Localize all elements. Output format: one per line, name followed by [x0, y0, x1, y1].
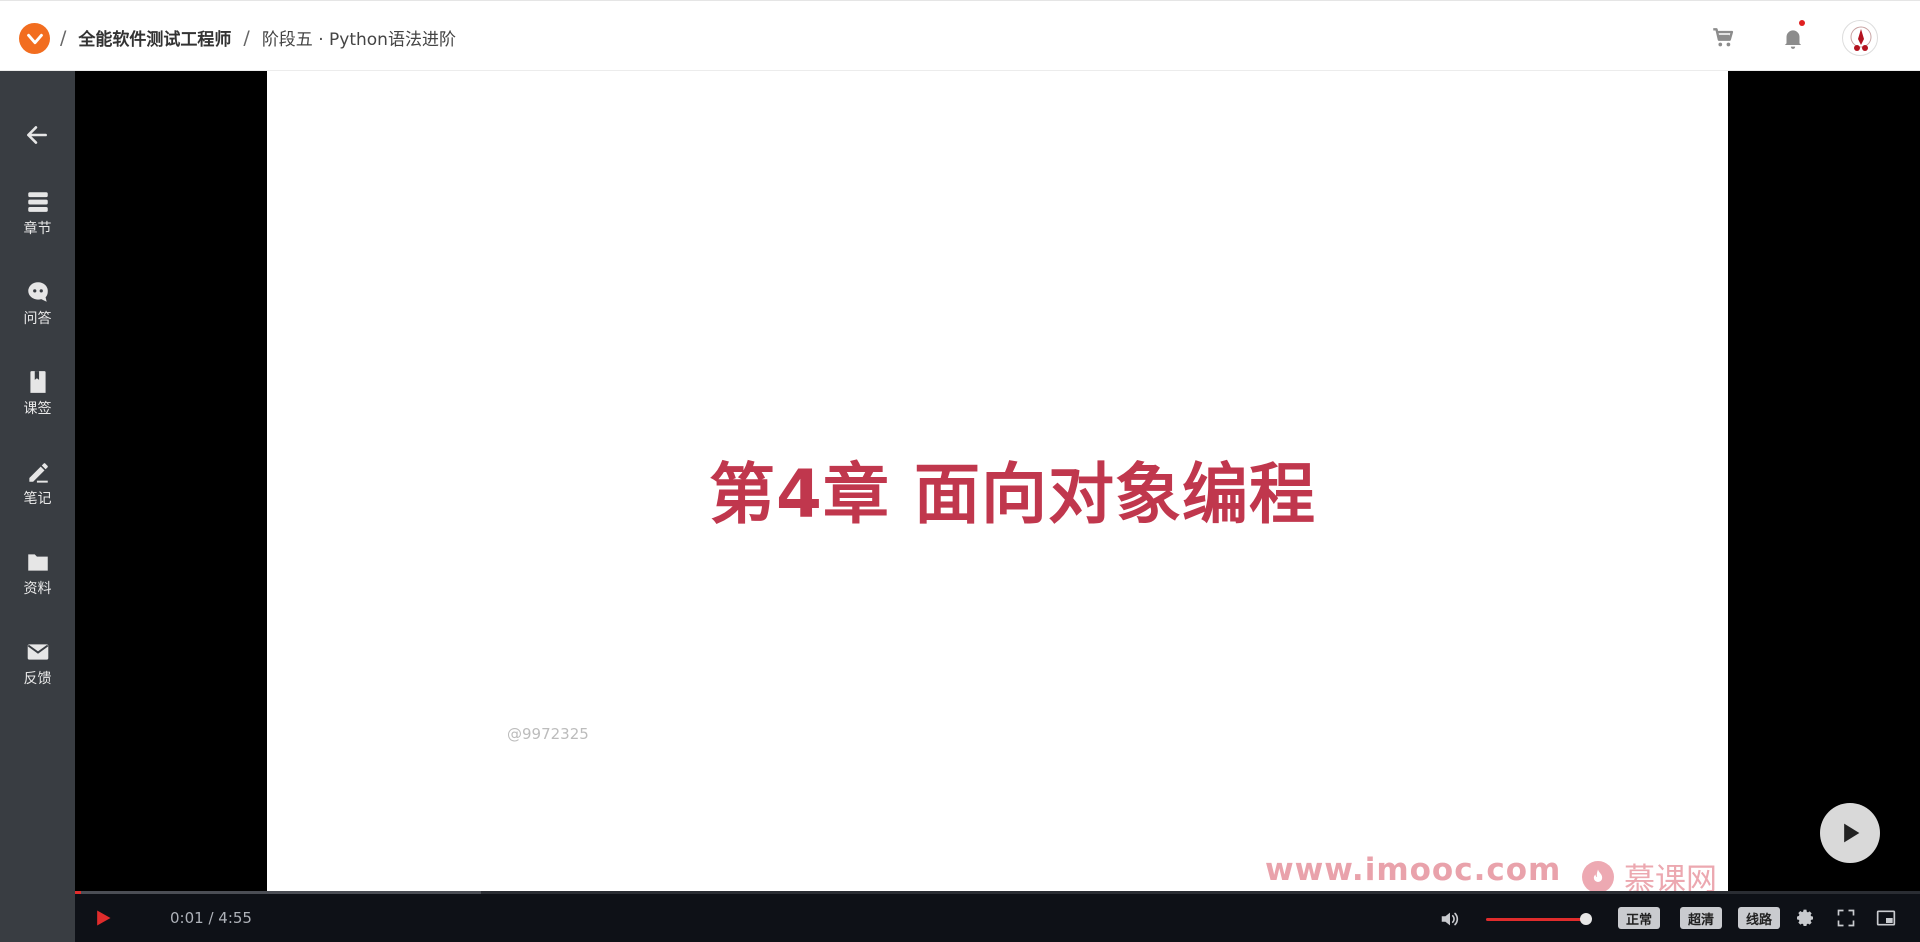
video-frame[interactable]: 第4章 面向对象编程 @9972325 www.imooc.com 慕课网	[267, 71, 1728, 898]
note-icon	[28, 463, 48, 483]
time-display: 0:01 / 4:55	[170, 909, 252, 927]
flame-icon	[1582, 860, 1614, 893]
big-play-button[interactable]	[1820, 803, 1880, 863]
user-watermark: @9972325	[507, 725, 589, 743]
sidebar-item-label: 章节	[23, 221, 52, 237]
sidebar-item-qa[interactable]: 问答	[0, 279, 75, 341]
sidebar-item-chapters[interactable]: 章节	[0, 189, 75, 251]
player-controls: 0:01 / 4:55 正常 超清 线路	[75, 894, 1920, 942]
breadcrumb-stage[interactable]: 阶段五 · Python语法进阶	[262, 25, 456, 50]
left-sidebar: 章节 问答 课签 笔记 资料 反馈	[0, 71, 75, 942]
breadcrumb-separator: /	[60, 26, 67, 49]
folder-icon	[27, 554, 48, 571]
volume-handle[interactable]	[1580, 913, 1592, 925]
top-header: / 全能软件测试工程师 / 阶段五 · Python语法进阶	[0, 0, 1920, 71]
sidebar-item-label: 反馈	[23, 671, 52, 687]
playback-speed-button[interactable]: 正常	[1618, 907, 1661, 929]
bell-icon[interactable]	[1780, 25, 1806, 51]
imooc-logo-icon[interactable]	[19, 23, 50, 54]
chapters-icon	[27, 192, 48, 212]
slide-title: 第4章 面向对象编程	[709, 456, 1316, 533]
sidebar-item-label: 问答	[23, 311, 52, 327]
volume-icon[interactable]	[1439, 908, 1461, 930]
picture-in-picture-icon[interactable]	[1876, 908, 1896, 928]
avatar[interactable]	[1842, 20, 1878, 56]
mail-icon	[27, 644, 48, 660]
route-button[interactable]: 线路	[1738, 907, 1781, 929]
play-pause-button[interactable]	[93, 908, 113, 928]
breadcrumb-separator: /	[243, 26, 250, 49]
gear-icon[interactable]	[1795, 908, 1815, 928]
play-icon	[1844, 823, 1860, 843]
breadcrumb: / 全能软件测试工程师 / 阶段五 · Python语法进阶	[60, 25, 456, 51]
cart-icon[interactable]	[1710, 25, 1736, 51]
volume-slider[interactable]	[1486, 918, 1586, 921]
sidebar-item-label: 笔记	[23, 491, 52, 507]
sidebar-item-bookmarks[interactable]: 课签	[0, 369, 75, 431]
notification-dot	[1799, 20, 1805, 26]
sidebar-item-label: 课签	[23, 401, 52, 417]
sidebar-item-notes[interactable]: 笔记	[0, 459, 75, 521]
sidebar-item-materials[interactable]: 资料	[0, 549, 75, 611]
back-arrow-icon[interactable]	[24, 122, 50, 148]
qa-icon	[27, 282, 48, 302]
sidebar-item-label: 资料	[23, 581, 52, 597]
site-url-watermark: www.imooc.com	[1265, 852, 1562, 888]
quality-button[interactable]: 超清	[1680, 907, 1723, 929]
fullscreen-icon[interactable]	[1836, 908, 1856, 928]
sidebar-item-feedback[interactable]: 反馈	[0, 639, 75, 701]
breadcrumb-course[interactable]: 全能软件测试工程师	[78, 25, 231, 50]
bookmark-icon	[29, 371, 46, 393]
